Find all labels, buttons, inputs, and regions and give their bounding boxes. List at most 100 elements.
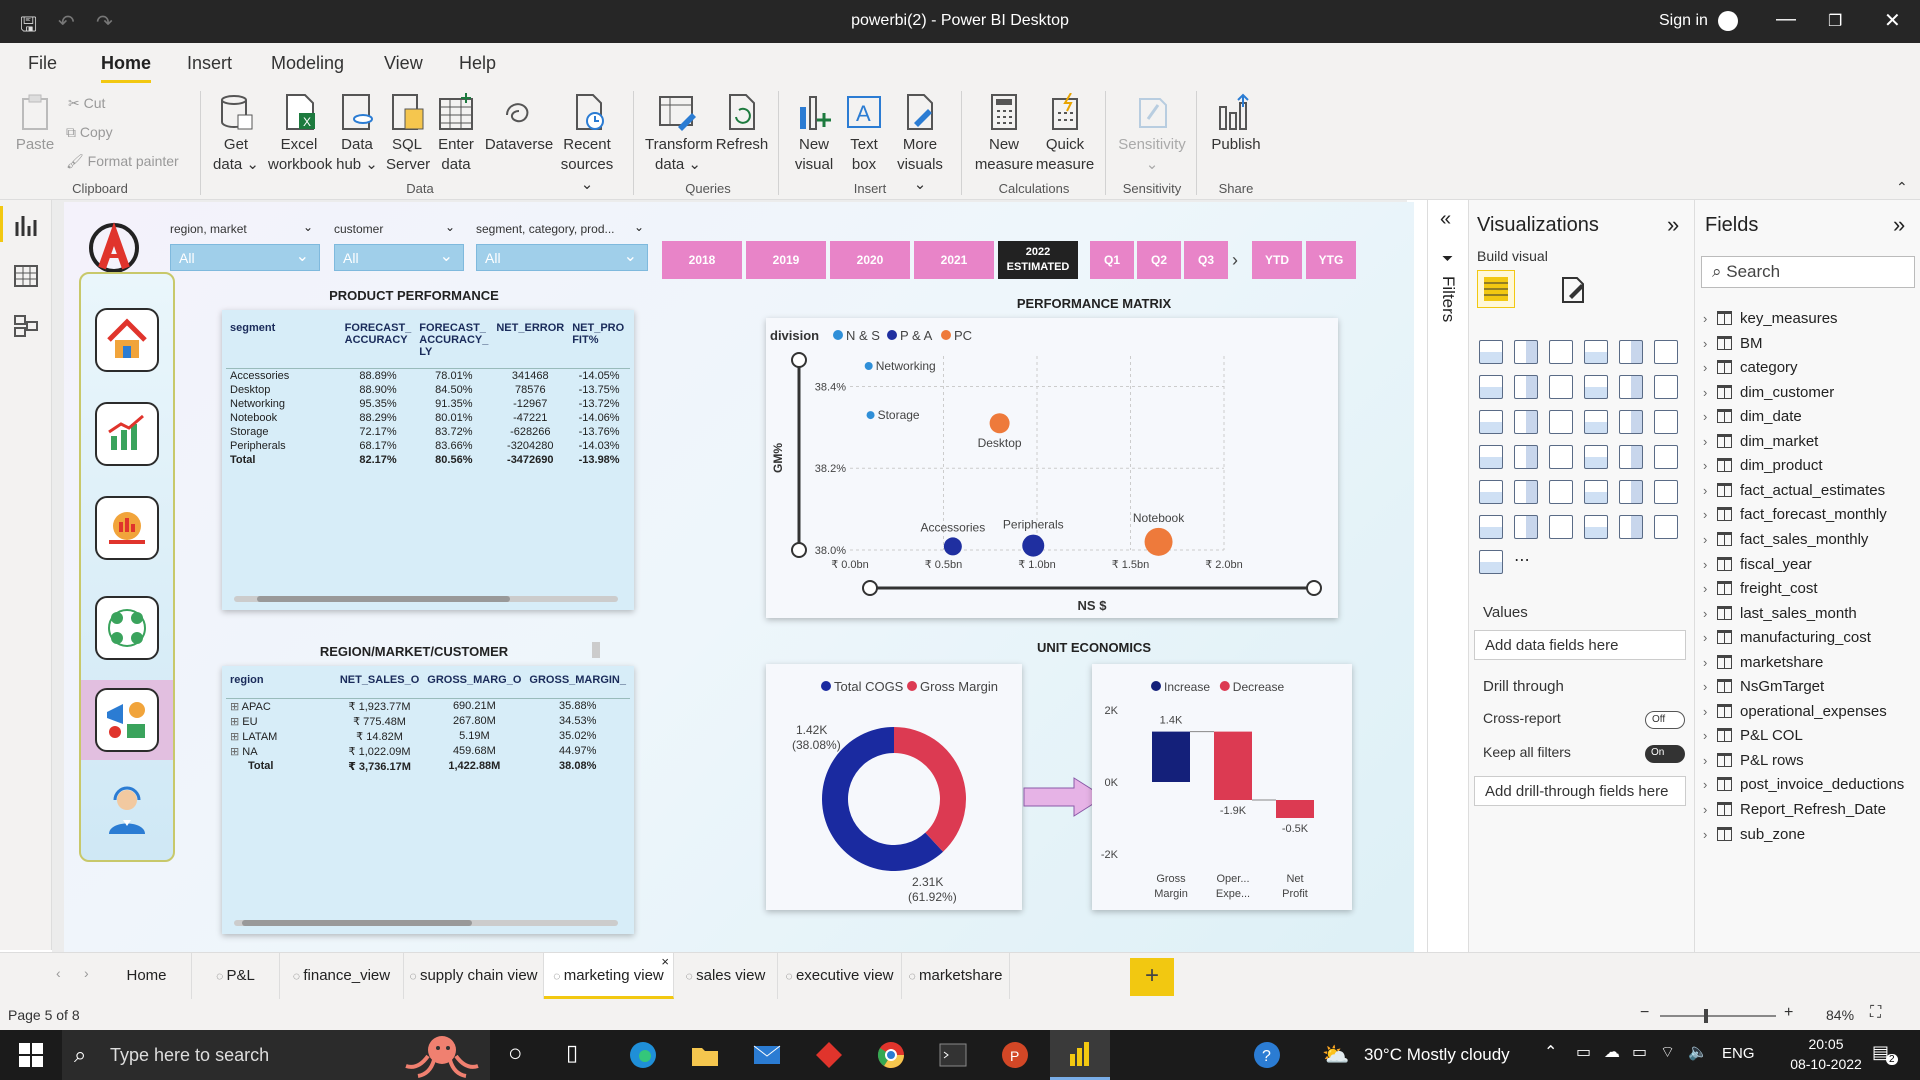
collapse-icon[interactable]: » [1893, 212, 1905, 238]
column-header[interactable]: GROSS_MARGIN_ [525, 674, 630, 698]
column-header[interactable]: FORECAST_ ACCURACY_ LY [415, 322, 492, 368]
qa-visual-icon[interactable] [1514, 515, 1538, 539]
slicer-region[interactable]: All [170, 244, 320, 271]
transform-data-button[interactable]: Transform data ⌄ [645, 93, 713, 175]
close-icon[interactable]: ✕ [1884, 8, 1901, 33]
field-table-item[interactable]: › dim_date [1703, 408, 1802, 430]
filters-pane-collapsed[interactable]: « ⏷ Filters [1427, 200, 1469, 952]
taskbar-search[interactable]: ⌕ Type here to search [62, 1030, 490, 1080]
field-table-item[interactable]: › dim_product [1703, 457, 1823, 479]
cross-report-toggle[interactable]: Off [1645, 711, 1685, 729]
finance-page-button[interactable] [95, 402, 159, 466]
drag-handle[interactable] [592, 642, 600, 658]
clustered-column-visual-icon[interactable] [1584, 340, 1608, 364]
enter-data-button[interactable]: Enter data [432, 93, 480, 175]
scatter-point[interactable] [1022, 534, 1045, 557]
chevron-down-icon[interactable]: ⌄ [634, 220, 644, 234]
table-row[interactable]: Peripherals 68.17% 83.66% -3204280 -14.03% [226, 439, 630, 453]
chevron-right-icon[interactable]: › [1703, 753, 1707, 768]
field-table-item[interactable]: › fact_forecast_monthly [1703, 506, 1887, 528]
tab-finance-view[interactable]: ◌ finance_view [280, 953, 404, 999]
slicer-visual-icon[interactable] [1479, 480, 1503, 504]
tab-home[interactable]: Home [102, 953, 192, 999]
legend-label[interactable]: Total COGS [834, 679, 904, 694]
scatter-point[interactable] [1144, 527, 1173, 556]
format-visual-icon[interactable] [1557, 274, 1589, 306]
100-column-visual-icon[interactable] [1654, 340, 1678, 364]
chevron-right-icon[interactable]: › [1703, 777, 1707, 792]
field-table-item[interactable]: › post_invoice_deductions [1703, 776, 1904, 798]
sensitivity-button[interactable]: Sensitivity ⌄ [1116, 93, 1188, 175]
file-explorer-icon[interactable] [690, 1040, 720, 1070]
home-page-button[interactable] [95, 308, 159, 372]
table-row[interactable]: Notebook 88.29% 80.01% -47221 -14.06% [226, 411, 630, 425]
excel-workbook-button[interactable]: X Excel workbook [268, 93, 332, 175]
collapse-icon[interactable]: » [1667, 212, 1679, 238]
column-header[interactable]: GROSS_MARG_O [423, 674, 525, 698]
chevron-right-icon[interactable]: › [1703, 655, 1707, 670]
table-view-icon[interactable] [13, 264, 39, 288]
legend-label[interactable]: P & A [900, 328, 933, 343]
python-visual-visual-icon[interactable] [1619, 480, 1643, 504]
legend-label[interactable]: Gross Margin [920, 679, 998, 694]
avatar[interactable] [1718, 11, 1738, 31]
pie-visual-icon[interactable] [1584, 410, 1608, 434]
windows-start-icon[interactable] [16, 1040, 46, 1070]
scroll-left-icon[interactable]: ‹ [56, 965, 61, 981]
menu-view[interactable]: View [384, 53, 423, 74]
column-header[interactable]: NET_PRO FIT% [568, 322, 630, 368]
field-table-item[interactable]: › BM [1703, 335, 1763, 357]
donut-visual-icon[interactable] [1619, 410, 1643, 434]
power-automate-visual-icon[interactable] [1654, 515, 1678, 539]
build-visual-tab[interactable] [1477, 270, 1515, 308]
chevron-right-icon[interactable]: › [1703, 483, 1707, 498]
zoom-slider[interactable] [1660, 1009, 1776, 1023]
field-table-item[interactable]: › P&L COL [1703, 727, 1803, 749]
stacked-column-visual-icon[interactable] [1514, 340, 1538, 364]
clustered-bar-visual-icon[interactable] [1549, 340, 1573, 364]
power-bi-taskbar-button[interactable] [1050, 1030, 1110, 1080]
table-row[interactable]: ⊞ EU ₹ 775.48M 267.80M 34.53% [226, 714, 630, 729]
expand-row-icon[interactable]: ⊞ [230, 716, 242, 728]
help-icon[interactable]: ? [1252, 1040, 1282, 1070]
field-table-item[interactable]: › operational_expenses [1703, 703, 1887, 725]
chevron-right-icon[interactable]: › [1703, 311, 1707, 326]
power-apps-visual-icon[interactable] [1619, 515, 1643, 539]
cloud-icon[interactable]: ☁ [1604, 1042, 1620, 1062]
chevron-down-icon[interactable]: ⌄ [303, 220, 313, 234]
support-page-button[interactable] [99, 782, 155, 838]
legend-label[interactable]: Decrease [1233, 680, 1285, 694]
search-input[interactable]: ⌕ Search [1701, 256, 1915, 288]
field-table-item[interactable]: › dim_customer [1703, 384, 1834, 406]
terminal-icon[interactable] [938, 1040, 968, 1070]
field-table-item[interactable]: › dim_market [1703, 433, 1818, 455]
field-table-item[interactable]: › freight_cost [1703, 580, 1818, 602]
product-performance-matrix[interactable]: segment FORECAST_ ACCURACY FORECAST_ ACC… [222, 310, 634, 610]
legend-marker[interactable] [1151, 681, 1161, 691]
sales-page-button[interactable] [95, 496, 159, 560]
scrollbar-thumb[interactable] [241, 920, 473, 926]
clock-date[interactable]: 08-10-2022 [1788, 1056, 1864, 1072]
ribbon-visual-icon[interactable] [1654, 375, 1678, 399]
x-slider-handle[interactable] [862, 580, 878, 596]
r-visual-visual-icon[interactable] [1584, 480, 1608, 504]
scatter-point[interactable] [943, 537, 962, 556]
chevron-right-icon[interactable]: › [1703, 336, 1707, 351]
publish-button[interactable]: Publish [1208, 93, 1264, 155]
card-visual-icon[interactable] [1584, 445, 1608, 469]
legend-marker[interactable] [941, 330, 951, 340]
zoom-thumb[interactable] [1704, 1009, 1708, 1023]
q3-button[interactable]: Q3 [1184, 241, 1228, 279]
matrix-visual-icon[interactable] [1549, 480, 1573, 504]
expand-row-icon[interactable]: ⊞ [230, 701, 242, 713]
table-visual-icon[interactable] [1514, 480, 1538, 504]
format-painter-button[interactable]: 🖌 Format painter [66, 151, 179, 171]
waterfall-bar[interactable] [1276, 800, 1314, 818]
field-table-item[interactable]: › fact_actual_estimates [1703, 482, 1885, 504]
edge-icon[interactable] [628, 1040, 658, 1070]
values-well[interactable]: Add data fields here [1474, 630, 1686, 660]
multi-card-visual-icon[interactable] [1619, 445, 1643, 469]
horizontal-scrollbar[interactable] [234, 920, 618, 926]
stacked-area-visual-icon[interactable] [1549, 375, 1573, 399]
chevron-right-icon[interactable]: › [1703, 827, 1707, 842]
